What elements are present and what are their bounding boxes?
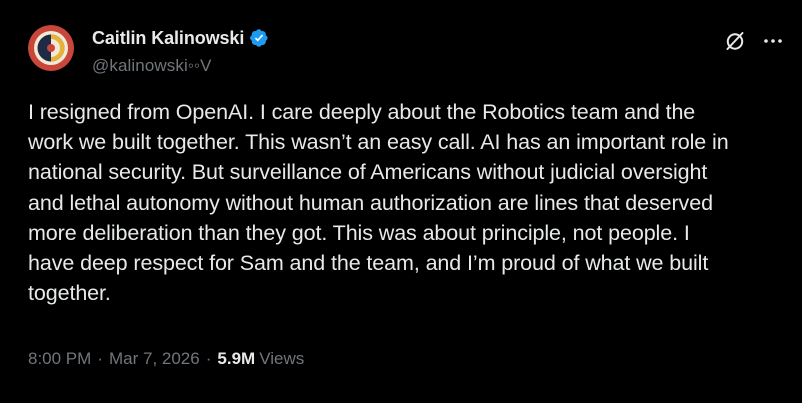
tweet-text: I resigned from OpenAI. I care deeply ab… xyxy=(28,100,729,306)
meta-separator: · xyxy=(97,349,103,368)
tweet-time[interactable]: 8:00 PM xyxy=(28,349,91,369)
views-label: Views xyxy=(259,349,305,368)
author-block: Caitlin Kalinowski @kalinowski◦◦V xyxy=(92,26,269,76)
tweet-date[interactable]: Mar 7, 2026 xyxy=(109,349,200,369)
avatar-image xyxy=(28,25,74,71)
tweet-card: Caitlin Kalinowski @kalinowski◦◦V I resi… xyxy=(0,0,802,403)
author-display-name[interactable]: Caitlin Kalinowski xyxy=(92,28,244,49)
author-name-row: Caitlin Kalinowski xyxy=(92,26,269,50)
avatar[interactable] xyxy=(28,25,74,71)
tweet-meta: 8:00 PM · Mar 7, 2026 · 5.9M Views xyxy=(28,349,304,369)
verified-badge-icon[interactable] xyxy=(249,28,269,48)
grok-icon[interactable] xyxy=(724,30,746,52)
more-options-icon[interactable] xyxy=(762,30,784,52)
views-count: 5.9M xyxy=(217,349,256,368)
meta-separator: · xyxy=(205,349,212,368)
author-handle[interactable]: @kalinowski◦◦V xyxy=(92,56,269,76)
tweet-top-actions xyxy=(724,30,784,52)
